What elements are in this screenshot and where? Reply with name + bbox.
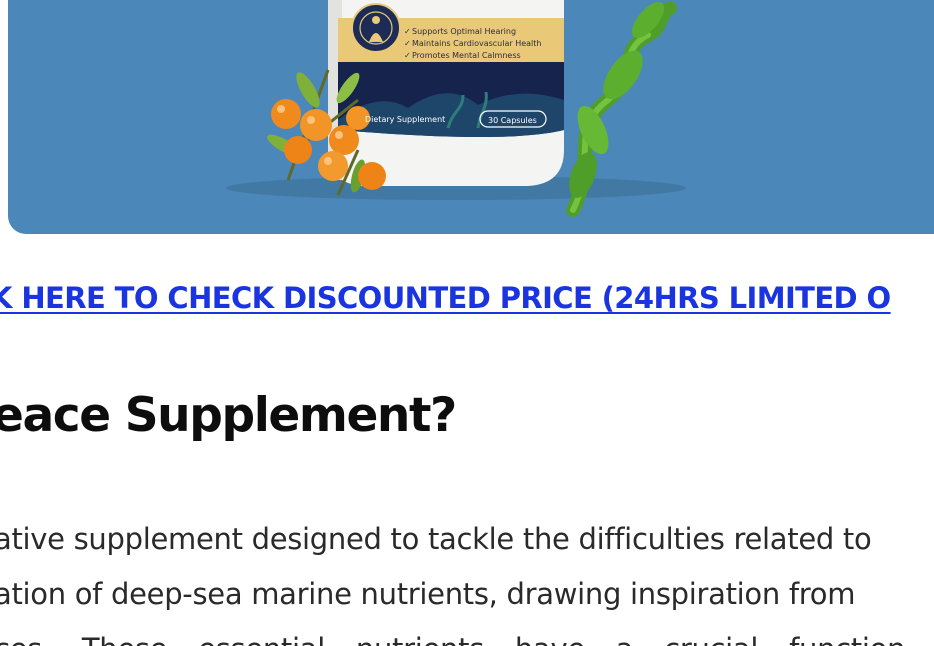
paragraph-line: ation of deep-sea marine nutrients, draw… [0, 577, 856, 611]
label-benefit-3: Promotes Mental Calmness [412, 51, 521, 60]
label-benefit-2: Maintains Cardiovascular Health [412, 39, 541, 48]
paragraph-line: ative supplement designed to tackle the … [0, 522, 872, 556]
discount-price-link[interactable]: K HERE TO CHECK DISCOUNTED PRICE (24HRS … [0, 281, 891, 315]
paragraph-line: ces. These essential nutrients have a cr… [0, 622, 934, 646]
intro-paragraph: ative supplement designed to tackle the … [0, 512, 934, 646]
product-hero-image: Supports Optimal Hearing Maintains Cardi… [8, 0, 934, 234]
section-heading: eace Supplement? [0, 388, 457, 443]
label-benefit-1: Supports Optimal Hearing [412, 27, 516, 36]
check-icon: ✓ [404, 27, 411, 36]
label-capsule-count: 30 Capsules [488, 116, 537, 125]
product-bottle-illustration: Supports Optimal Hearing Maintains Cardi… [226, 0, 686, 217]
page: Supports Optimal Hearing Maintains Cardi… [0, 0, 934, 646]
check-icon: ✓ [404, 51, 411, 60]
seaweed-icon [566, 1, 677, 217]
check-icon: ✓ [404, 39, 411, 48]
label-dietary-supplement: Dietary Supplement [365, 115, 445, 124]
